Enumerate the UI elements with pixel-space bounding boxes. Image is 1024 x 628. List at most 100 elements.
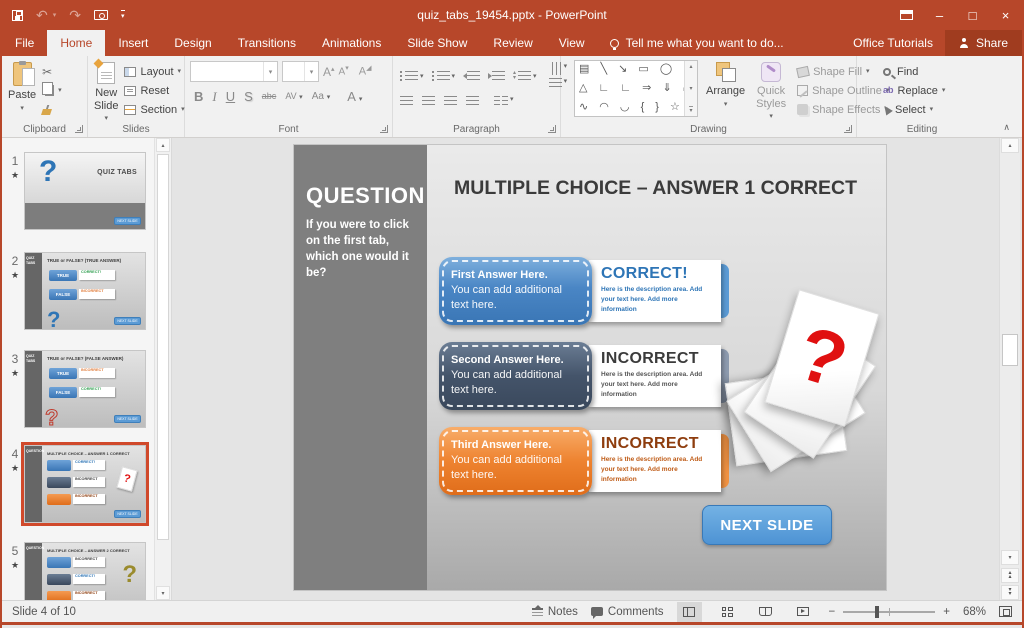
zoom-level[interactable]: 68% <box>963 606 986 618</box>
change-case-button[interactable]: Aa ▾ <box>312 92 331 102</box>
thumbnail-scroll-up-button[interactable]: ▴ <box>156 138 170 152</box>
zoom-out-button[interactable]: − <box>829 606 836 618</box>
tab-animations[interactable]: Animations <box>309 30 394 56</box>
thumbnail-scrollbar-thumb[interactable] <box>157 154 169 540</box>
scroll-down-button[interactable]: ▾ <box>1001 550 1019 565</box>
select-button[interactable]: Select▾ <box>880 100 984 119</box>
font-size-combo[interactable]: ▾ <box>282 61 319 82</box>
bold-button[interactable]: B <box>194 90 203 103</box>
underline-button[interactable]: U <box>226 90 235 103</box>
section-button[interactable]: Section▾ <box>121 100 187 119</box>
font-name-combo[interactable]: ▾ <box>190 61 278 82</box>
numbering-button[interactable]: ▾ <box>432 71 456 82</box>
normal-view-button[interactable] <box>677 602 702 622</box>
slide-title[interactable]: MULTIPLE CHOICE – ANSWER 1 CORRECT <box>454 177 857 200</box>
answer-2-card[interactable]: INCORRECT Here is the description area. … <box>589 345 721 407</box>
collapse-ribbon-button[interactable]: ∧ <box>1003 122 1010 133</box>
copy-button[interactable]: ▾ <box>39 81 65 100</box>
slide-indicator[interactable]: Slide 4 of 10 <box>12 606 76 618</box>
drawing-dialog-launcher[interactable] <box>844 125 852 133</box>
tab-slide-show[interactable]: Slide Show <box>394 30 480 56</box>
tab-transitions[interactable]: Transitions <box>225 30 309 56</box>
columns-button[interactable]: ▾ <box>494 96 514 107</box>
increase-indent-button[interactable] <box>488 71 505 82</box>
minimize-button[interactable]: – <box>923 0 956 30</box>
clipboard-dialog-launcher[interactable] <box>75 125 83 133</box>
tab-file[interactable]: File <box>2 30 47 56</box>
line-spacing-button[interactable]: ▴▾▾ <box>513 71 537 82</box>
tab-design[interactable]: Design <box>161 30 224 56</box>
save-icon[interactable] <box>12 10 23 21</box>
layout-button[interactable]: Layout▾ <box>121 62 187 81</box>
cut-button[interactable]: ✂ <box>39 62 65 81</box>
tell-me-box[interactable]: Tell me what you want to do... <box>598 30 796 56</box>
italic-button[interactable]: I <box>212 90 216 103</box>
tab-review[interactable]: Review <box>480 30 545 56</box>
text-shadow-button[interactable]: S <box>244 90 253 103</box>
slide-canvas[interactable]: QUESTION If you were to click on the fir… <box>294 145 886 590</box>
previous-slide-button[interactable]: ▴▴ <box>1001 568 1019 583</box>
ribbon-display-options-button[interactable] <box>890 0 923 30</box>
answer-3-tab[interactable]: Third Answer Here. You can add additiona… <box>439 427 592 495</box>
decrease-indent-button[interactable] <box>463 71 480 82</box>
shapes-row-1[interactable]: ▤ ╲ ↘ ▭ ◯ ▢ <box>579 63 683 76</box>
format-painter-button[interactable] <box>39 100 65 119</box>
zoom-slider[interactable] <box>843 611 935 613</box>
tab-insert[interactable]: Insert <box>105 30 161 56</box>
office-tutorials-link[interactable]: Office Tutorials <box>841 30 945 56</box>
shrink-font-button[interactable]: A▾ <box>339 65 349 77</box>
start-slideshow-icon[interactable] <box>94 10 108 20</box>
reading-view-button[interactable] <box>753 602 778 622</box>
shapes-more-icon[interactable]: ▾ <box>689 106 692 114</box>
fit-slide-to-window-button[interactable] <box>999 606 1012 617</box>
find-button[interactable]: Find <box>880 62 984 81</box>
shapes-gallery-scrollbar[interactable]: ▴ ▾ ▾ <box>684 61 697 116</box>
thumbnail-slide-3[interactable]: QUIZ TABS TRUE or FALSE? (FALSE ANSWER) … <box>24 350 146 428</box>
replace-button[interactable]: abReplace▾ <box>880 81 984 100</box>
font-dialog-launcher[interactable] <box>380 125 388 133</box>
question-panel[interactable]: QUESTION If you were to click on the fir… <box>294 145 427 590</box>
quick-styles-button[interactable]: Quick Styles ▾ <box>753 60 789 122</box>
align-right-button[interactable] <box>444 96 457 107</box>
paste-button[interactable]: Paste ▾ <box>5 60 39 119</box>
scroll-up-button[interactable]: ▴ <box>1001 138 1019 153</box>
notes-button[interactable]: Notes <box>532 606 578 618</box>
shapes-scroll-down-icon[interactable]: ▾ <box>689 85 692 92</box>
maximize-button[interactable]: □ <box>956 0 989 30</box>
customize-qat-icon[interactable]: ▾ <box>121 10 125 20</box>
bullets-button[interactable]: ▾ <box>400 71 424 82</box>
clear-formatting-button[interactable]: A◢ <box>359 65 372 78</box>
strikethrough-button[interactable]: abc <box>262 92 277 101</box>
redo-icon[interactable]: ↷ <box>69 8 81 22</box>
arrange-button[interactable]: Arrange ▾ <box>703 60 748 110</box>
zoom-in-button[interactable]: + <box>943 606 950 618</box>
tab-home[interactable]: Home <box>47 30 105 56</box>
align-center-button[interactable] <box>422 96 435 107</box>
font-color-button[interactable]: A ▾ <box>347 90 362 103</box>
shapes-scroll-up-icon[interactable]: ▴ <box>689 63 692 70</box>
answer-1-card[interactable]: CORRECT! Here is the description area. A… <box>589 260 721 322</box>
question-cards-image[interactable]: ? <box>742 293 892 473</box>
tab-view[interactable]: View <box>546 30 598 56</box>
main-vertical-scrollbar[interactable]: ▴ ▾ ▴▴ ▾▾ <box>999 138 1020 600</box>
thumbnail-scroll-down-button[interactable]: ▾ <box>156 586 170 600</box>
align-left-button[interactable] <box>400 96 413 107</box>
thumbnail-slide-5[interactable]: QUESTION MULTIPLE CHOICE – ANSWER 2 CORR… <box>24 542 146 600</box>
shapes-row-2[interactable]: △ ∟ ∟ ⇒ ⇓ ⌂ <box>579 82 683 95</box>
close-button[interactable]: × <box>989 0 1022 30</box>
share-button[interactable]: Share <box>945 30 1022 56</box>
undo-icon[interactable]: ↶ <box>36 8 48 22</box>
next-slide-nav-button[interactable]: ▾▾ <box>1001 585 1019 600</box>
shapes-row-3[interactable]: ∿ ◠ ◡ { } ☆ <box>579 101 683 114</box>
undo-dropdown-icon[interactable]: ▾ <box>53 11 57 19</box>
next-slide-button[interactable]: NEXT SLIDE <box>702 505 832 545</box>
comments-button[interactable]: Comments <box>591 606 664 618</box>
thumbnail-slide-1[interactable]: ? QUIZ TABS NEXT SLIDE <box>24 152 146 230</box>
thumbnail-scrollbar[interactable]: ▴ ▾ <box>154 138 171 600</box>
shapes-gallery[interactable]: ▤ ╲ ↘ ▭ ◯ ▢ △ ∟ ∟ ⇒ ⇓ ⌂ ∿ ◠ ◡ { } ☆ ▴ ▾ … <box>574 60 698 117</box>
reset-button[interactable]: Reset <box>121 81 187 100</box>
scrollbar-thumb[interactable] <box>1002 334 1018 366</box>
zoom-slider-thumb[interactable] <box>875 606 879 618</box>
answer-3-card[interactable]: INCORRECT Here is the description area. … <box>589 430 721 492</box>
slide-show-button[interactable] <box>791 602 816 622</box>
